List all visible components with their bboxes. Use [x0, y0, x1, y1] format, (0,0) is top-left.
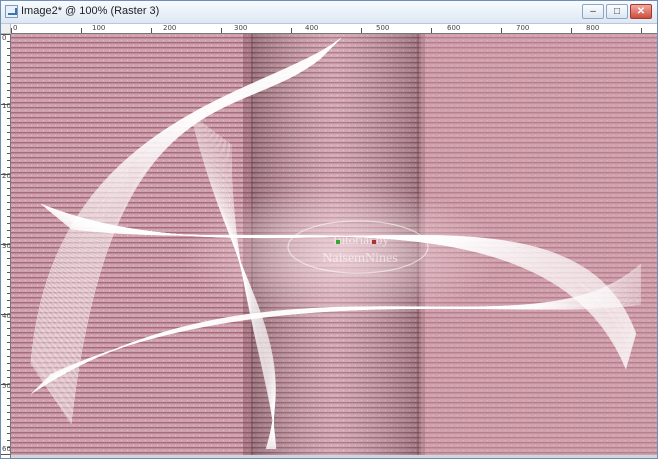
ruler-v-label: 300 — [2, 242, 11, 250]
ruler-v-label: 200 — [2, 172, 11, 180]
ruler-v-label: 500 — [2, 382, 11, 390]
horizontal-scroll-track[interactable] — [11, 455, 657, 458]
window-title: Image2* @ 100% (Raster 3) — [21, 5, 160, 17]
ruler-corner — [1, 24, 11, 34]
minimize-button[interactable]: – — [582, 4, 604, 19]
ruler-h-label: 700 — [516, 24, 530, 32]
title-bar[interactable]: Image2* @ 100% (Raster 3) – □ ✕ — [1, 1, 657, 24]
image-document-icon — [5, 5, 18, 18]
restore-button[interactable]: □ — [606, 4, 628, 19]
node-marker — [372, 240, 376, 244]
ruler-h-label: 100 — [92, 24, 106, 32]
ruler-h-label: 600 — [447, 24, 461, 32]
watermark-line-1: Tutorial by — [331, 232, 389, 247]
ruler-h-label: 200 — [163, 24, 177, 32]
watermark-line-2: NaisemNines — [322, 251, 397, 266]
ruler-h-label: 300 — [234, 24, 248, 32]
horizontal-ruler: 0 100 200 300 400 500 600 700 800 — [11, 24, 657, 34]
ruler-h-label: 800 — [586, 24, 600, 32]
ruler-h-label: 400 — [305, 24, 319, 32]
image-canvas[interactable]: Tutorial by NaisemNines — [11, 34, 657, 458]
ruler-v-label: 0 — [2, 34, 7, 42]
window-controls: – □ ✕ — [582, 4, 652, 19]
ruler-v-label: 600 — [2, 445, 11, 453]
ruler-v-label: 100 — [2, 102, 11, 110]
close-button[interactable]: ✕ — [630, 4, 652, 19]
canvas-artwork: Tutorial by NaisemNines — [11, 34, 657, 458]
image-window: Image2* @ 100% (Raster 3) – □ ✕ 0 100 20… — [0, 0, 658, 459]
vertical-ruler: 0 100 200 300 400 500 600 — [1, 34, 11, 458]
ruler-v-label: 400 — [2, 312, 11, 320]
node-marker — [336, 240, 340, 244]
ruler-h-label: 500 — [376, 24, 390, 32]
ruler-h-label: 0 — [13, 24, 18, 32]
